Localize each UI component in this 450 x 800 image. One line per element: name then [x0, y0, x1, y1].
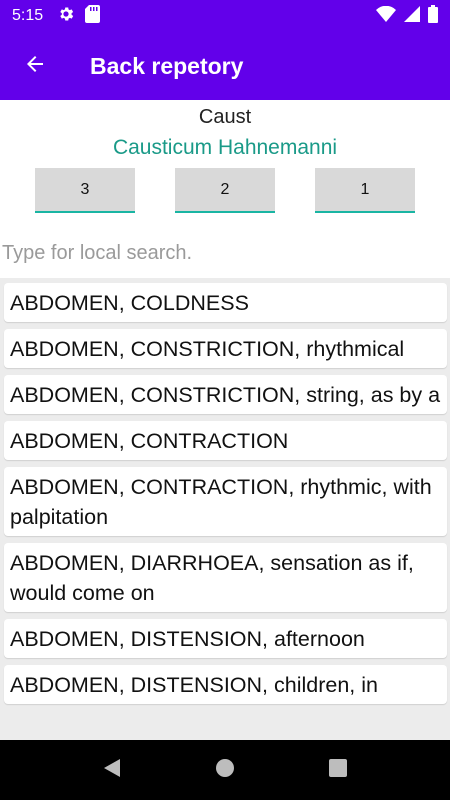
list-item[interactable]: ABDOMEN, DIARRHOEA, sensation as if, wou…	[4, 543, 447, 612]
gear-icon	[57, 5, 75, 28]
rubric-list[interactable]: ABDOMEN, COLDNESS ABDOMEN, CONSTRICTION,…	[0, 278, 450, 740]
list-item[interactable]: ABDOMEN, CONSTRICTION, rhythmical	[4, 329, 447, 368]
status-time: 5:15	[12, 7, 44, 24]
status-right-icons	[376, 4, 438, 28]
recents-square-icon	[329, 758, 347, 782]
arrow-back-icon	[23, 52, 47, 81]
remedy-abbreviation: Caust	[198, 106, 252, 128]
home-circle-icon	[215, 758, 235, 783]
cell-signal-icon	[404, 5, 420, 27]
wifi-icon	[376, 5, 396, 27]
remedy-full-name: Causticum Hahnemanni	[112, 136, 338, 159]
battery-icon	[428, 4, 438, 28]
list-item[interactable]: ABDOMEN, DISTENSION, afternoon	[4, 619, 447, 658]
local-search-input[interactable]	[0, 234, 450, 272]
app-bar: Back repetory	[0, 32, 450, 100]
status-left-icons	[57, 4, 101, 28]
list-item[interactable]: ABDOMEN, DISTENSION, children, in	[4, 665, 447, 704]
list-item[interactable]: ABDOMEN, COLDNESS	[4, 283, 447, 322]
list-item[interactable]: ABDOMEN, CONTRACTION, rhythmic, with pal…	[4, 467, 447, 536]
sd-card-icon	[85, 4, 101, 28]
nav-back-button[interactable]	[82, 740, 142, 800]
grade-3-button[interactable]: 3	[35, 168, 135, 213]
back-triangle-icon	[102, 758, 122, 783]
nav-home-button[interactable]	[195, 740, 255, 800]
app-title: Back repetory	[90, 52, 244, 79]
status-bar: 5:15	[0, 0, 450, 32]
grade-1-button[interactable]: 1	[315, 168, 415, 213]
nav-recents-button[interactable]	[308, 740, 368, 800]
grade-2-button[interactable]: 2	[175, 168, 275, 213]
list-item[interactable]: ABDOMEN, CONTRACTION	[4, 421, 447, 460]
back-button[interactable]	[0, 32, 70, 100]
list-item[interactable]: ABDOMEN, CONSTRICTION, string, as by a	[4, 375, 447, 414]
system-nav-bar	[0, 740, 450, 800]
